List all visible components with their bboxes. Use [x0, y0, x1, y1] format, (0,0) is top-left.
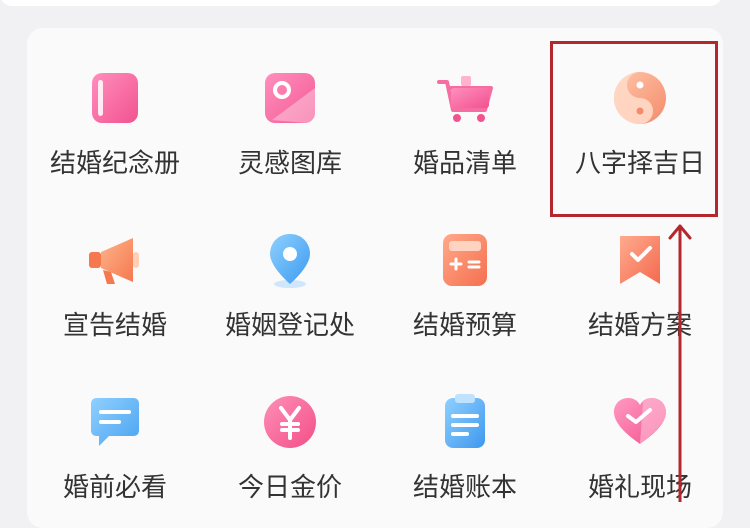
- tool-label: 今日金价: [237, 473, 342, 503]
- message-icon: [91, 398, 139, 446]
- tool-marriage-registry[interactable]: 婚姻登记处: [200, 190, 380, 350]
- tool-label: 婚礼现场: [587, 473, 692, 503]
- megaphone-icon: [89, 238, 139, 284]
- tool-announce-marriage[interactable]: 宣告结婚: [25, 190, 205, 350]
- tool-label: 婚品清单: [412, 149, 517, 179]
- tool-label: 结婚方案: [587, 311, 692, 341]
- tool-wedding-album[interactable]: 结婚纪念册: [25, 28, 205, 188]
- gallery-icon: [265, 73, 315, 123]
- notebook-icon: [445, 394, 485, 448]
- tool-wedding-scene[interactable]: 婚礼现场: [550, 352, 730, 512]
- location-pin-icon: [270, 234, 310, 288]
- tool-label: 婚前必看: [62, 473, 167, 503]
- album-icon: [92, 73, 138, 123]
- tool-label: 结婚账本: [412, 473, 517, 503]
- tool-wedding-ledger[interactable]: 结婚账本: [375, 352, 555, 512]
- tool-label: 灵感图库: [237, 149, 342, 179]
- tool-today-gold-price[interactable]: 今日金价: [200, 352, 380, 512]
- cart-icon: [437, 76, 493, 122]
- tool-wedding-shopping-list[interactable]: 婚品清单: [375, 28, 555, 188]
- tool-premarital-must-read[interactable]: 婚前必看: [25, 352, 205, 512]
- tool-inspiration-gallery[interactable]: 灵感图库: [200, 28, 380, 188]
- tool-label: 结婚预算: [412, 311, 517, 341]
- tool-wedding-budget[interactable]: 结婚预算: [375, 190, 555, 350]
- annotation-highlight-box: [550, 41, 718, 217]
- tool-label: 结婚纪念册: [49, 149, 180, 179]
- tool-label: 宣告结婚: [62, 311, 167, 341]
- tool-label: 婚姻登记处: [224, 311, 355, 341]
- calculator-icon: [443, 234, 487, 286]
- annotation-arrow-icon: [668, 224, 692, 502]
- yuan-coin-icon: [264, 396, 316, 448]
